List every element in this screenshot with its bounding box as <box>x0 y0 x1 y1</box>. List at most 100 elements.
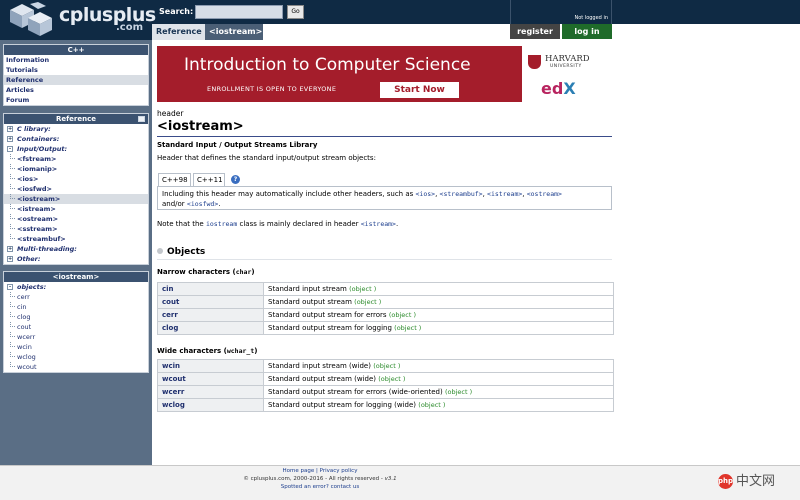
sidebar-item-information[interactable]: Information <box>4 55 148 65</box>
header-category-objects[interactable]: - objects: <box>4 282 148 292</box>
ref-category-containers[interactable]: + Containers: <box>4 134 148 144</box>
table-row: clog Standard output stream for logging … <box>157 321 614 335</box>
object-link-cout[interactable]: cout <box>157 295 264 309</box>
sidebar-item-reference[interactable]: Reference <box>4 75 148 85</box>
sidebar-item-forum[interactable]: Forum <box>4 95 148 105</box>
harvard-shield-icon <box>528 55 541 69</box>
harvard-edx-logo: HARVARD UNIVERSITY edX <box>522 46 612 102</box>
header-item-clog[interactable]: clog <box>4 312 148 322</box>
go-button[interactable]: Go <box>287 5 304 19</box>
object-link-clog[interactable]: clog <box>157 321 264 335</box>
header-link-istream[interactable]: <istream> <box>487 190 522 198</box>
ad-banner[interactable]: Introduction to Computer Science ENROLLM… <box>157 46 612 102</box>
tab-cpp98[interactable]: C++98 <box>158 173 191 187</box>
object-kind: (object ) <box>349 285 377 293</box>
footer-links: Home page | Privacy policy <box>0 468 640 474</box>
ref-header-iostream[interactable]: <iostream> <box>4 194 148 204</box>
table-row: wcerr Standard output stream for errors … <box>157 385 614 399</box>
header-item-wcout[interactable]: wcout <box>4 362 148 372</box>
ref-header-streambuf[interactable]: <streambuf> <box>4 234 148 244</box>
expand-icon[interactable]: + <box>7 136 13 142</box>
header-link-ios[interactable]: <ios> <box>416 190 436 198</box>
ref-header-iomanip[interactable]: <iomanip> <box>4 164 148 174</box>
collapse-icon[interactable]: - <box>7 146 13 152</box>
help-icon[interactable]: ? <box>231 175 240 184</box>
tree-line-icon <box>10 194 15 199</box>
header-box-title: <iostream> <box>4 272 148 282</box>
header-item-wcin[interactable]: wcin <box>4 342 148 352</box>
sidebar-item-tutorials[interactable]: Tutorials <box>4 65 148 75</box>
object-link-wcin[interactable]: wcin <box>157 359 264 373</box>
cpp-nav-box: C++ Information Tutorials Reference Arti… <box>3 44 149 106</box>
ref-header-label: <sstream> <box>17 225 58 233</box>
search-input[interactable] <box>195 5 283 19</box>
expand-icon[interactable]: + <box>7 256 13 262</box>
header-item-cerr[interactable]: cerr <box>4 292 148 302</box>
privacy-policy-link[interactable]: Privacy policy <box>320 468 358 474</box>
collapse-box-icon[interactable] <box>138 116 145 122</box>
title-divider <box>157 136 612 137</box>
breadcrumb-reference[interactable]: Reference <box>152 24 206 40</box>
ref-category-other[interactable]: + Other: <box>4 254 148 264</box>
and-or-text: and/or <box>162 200 187 208</box>
object-link-cin[interactable]: cin <box>157 282 264 296</box>
ref-header-iosfwd[interactable]: <iosfwd> <box>4 184 148 194</box>
ref-category-label: Input/Output: <box>17 145 68 153</box>
header-item-cin[interactable]: cin <box>4 302 148 312</box>
tab-cpp11[interactable]: C++11 <box>193 173 225 187</box>
edx-logo: edX <box>541 79 576 98</box>
header-item-cout[interactable]: cout <box>4 322 148 332</box>
contact-link[interactable]: Spotted an error? contact us <box>0 484 640 490</box>
header-item-wclog[interactable]: wclog <box>4 352 148 362</box>
object-desc: Standard output stream for errors (objec… <box>263 308 614 322</box>
ref-header-sstream[interactable]: <sstream> <box>4 224 148 234</box>
tree-line-icon <box>10 214 15 219</box>
register-button[interactable]: register <box>510 24 560 39</box>
expand-icon[interactable]: + <box>7 246 13 252</box>
tree-line-icon <box>10 312 15 317</box>
note-header-link[interactable]: <istream> <box>361 220 396 228</box>
start-now-button[interactable]: Start Now <box>380 82 459 98</box>
tree-line-icon <box>10 342 15 347</box>
object-desc: Standard input stream (object ) <box>263 282 614 296</box>
ref-category-multi-threading[interactable]: + Multi-threading: <box>4 244 148 254</box>
tree-line-icon <box>10 234 15 239</box>
header-item-label: wcerr <box>17 333 36 341</box>
edx-logo-x: X <box>563 79 576 98</box>
object-link-wcerr[interactable]: wcerr <box>157 385 264 399</box>
home-page-link[interactable]: Home page <box>283 468 315 474</box>
ref-header-ostream[interactable]: <ostream> <box>4 214 148 224</box>
tree-line-icon <box>10 224 15 229</box>
collapse-icon[interactable]: - <box>7 284 13 290</box>
ref-header-fstream[interactable]: <fstream> <box>4 154 148 164</box>
wide-objects-table: wcin Standard input stream (wide) (objec… <box>157 359 614 412</box>
ref-category-label: Multi-threading: <box>17 245 77 253</box>
tree-line-icon <box>10 174 15 179</box>
sidebar-item-articles[interactable]: Articles <box>4 85 148 95</box>
ref-header-ios[interactable]: <ios> <box>4 174 148 184</box>
ref-category-c-library[interactable]: + C library: <box>4 124 148 134</box>
object-kind: (object ) <box>388 311 416 319</box>
page-description: Header that defines the standard input/o… <box>157 154 376 162</box>
site-logo[interactable]: cplusplus .com <box>4 0 156 40</box>
login-button[interactable]: log in <box>562 24 612 39</box>
tree-line-icon <box>10 154 15 159</box>
object-link-cerr[interactable]: cerr <box>157 308 264 322</box>
object-kind: (object ) <box>354 298 382 306</box>
footer-copyright: © cplusplus.com, 2000-2016 - All rights … <box>0 476 640 482</box>
page-pretitle: header <box>157 109 184 118</box>
expand-icon[interactable]: + <box>7 126 13 132</box>
object-link-wcout[interactable]: wcout <box>157 372 264 386</box>
object-link-wclog[interactable]: wclog <box>157 398 264 412</box>
table-row: cin Standard input stream (object ) <box>157 282 614 296</box>
header-link-ostream[interactable]: <ostream> <box>527 190 562 198</box>
note-code: iostream <box>205 220 238 228</box>
ref-category-input-output[interactable]: - Input/Output: <box>4 144 148 154</box>
main-content: Introduction to Computer Science ENROLLM… <box>152 40 800 465</box>
site-footer: Home page | Privacy policy © cplusplus.c… <box>0 465 800 500</box>
ref-header-istream[interactable]: <istream> <box>4 204 148 214</box>
header-link-iosfwd[interactable]: <iosfwd> <box>187 200 218 208</box>
header-item-wcerr[interactable]: wcerr <box>4 332 148 342</box>
wide-chars-heading: Wide characters (wchar_t) <box>157 347 257 355</box>
header-link-streambuf[interactable]: <streambuf> <box>440 190 483 198</box>
